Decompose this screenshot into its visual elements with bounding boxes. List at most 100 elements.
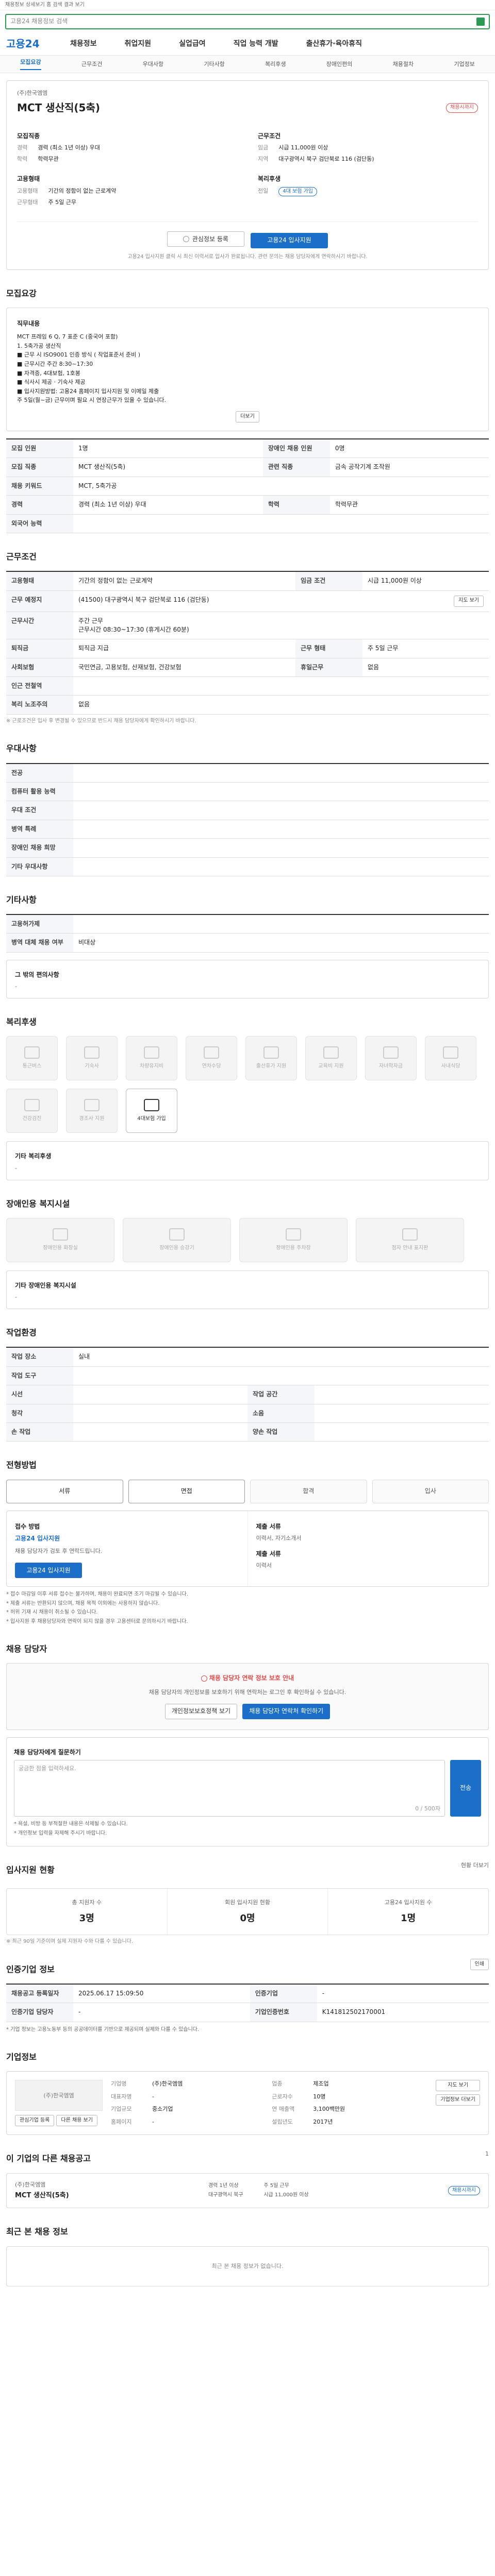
stat-label: 고용24 입사지원 수	[384, 1899, 432, 1906]
company-more-button[interactable]: 기업정보 더보기	[436, 2094, 480, 2106]
inquiry-textarea[interactable]: 궁금한 점을 입력하세요. 0 / 500자	[14, 1760, 445, 1817]
map-button[interactable]: 지도 보기	[454, 595, 484, 607]
nav-item[interactable]: 채용정보	[70, 39, 97, 49]
stat-label: 회원 입사지원 현황	[225, 1899, 270, 1906]
value: 시급 11,000원 이상	[362, 571, 489, 591]
recent-box: 최근 본 채용 정보가 없습니다.	[6, 2246, 489, 2286]
tab-recruit[interactable]: 모집요강	[20, 58, 41, 71]
apply-title: 접수 방법	[15, 1522, 40, 1530]
warning-title-text: 채용 담당자 연락 정보 보호 안내	[209, 1674, 294, 1682]
tab-benefit[interactable]: 복리후생	[265, 60, 286, 69]
disability-label: 점자 안내 표지판	[391, 1245, 428, 1251]
value: 제조업	[313, 2080, 329, 2088]
search-input[interactable]: 고용24 채용정보 검색	[5, 14, 490, 29]
stats-more-link[interactable]: 현황 더보기	[461, 1861, 489, 1870]
search-icon[interactable]	[476, 18, 485, 26]
value: 3,100백만원	[313, 2106, 345, 2113]
apply-button[interactable]: 고용24 입사지원	[251, 233, 328, 249]
value: 없음	[73, 695, 489, 715]
stat-item: 총 지원자 수 3명	[7, 1889, 168, 1935]
tab-prefer[interactable]: 우대사항	[143, 60, 163, 69]
value: 4대 보험 가입	[278, 187, 317, 197]
value: 비대상	[73, 933, 489, 953]
label: 전공	[6, 763, 73, 783]
privacy-button[interactable]: 개인정보보호정책 보기	[164, 1703, 238, 1719]
value: 주간 근무 근무시간 08:30~17:30 (휴게시간 60분)	[73, 612, 489, 640]
tab-company[interactable]: 기업정보	[454, 60, 474, 69]
page: { "top_notice":"채용정보 상세보기 홈 검색 결과 보기", "…	[0, 0, 495, 2307]
company-map-button[interactable]: 지도 보기	[436, 2080, 480, 2092]
nav-item[interactable]: 실업급여	[179, 39, 206, 49]
label: 양손 작업	[248, 1422, 315, 1442]
top-notice: 채용정보 상세보기 홈 검색 결과 보기	[0, 0, 495, 10]
benefit-label: 차량유지비	[140, 1063, 163, 1070]
label: 근무시간	[6, 612, 73, 640]
disability-item: 장애인용 화장실	[6, 1217, 114, 1262]
view-contact-button[interactable]: 채용 담당자 연락처 확인하기	[242, 1703, 331, 1719]
label: 청각	[6, 1404, 73, 1423]
value: 경력 (최소 1년 이상) 우대	[73, 495, 263, 515]
apply-method-box: 접수 방법 고용24 입사지원 채용 담당자가 검토 후 연락드립니다. 고용2…	[6, 1510, 489, 1587]
tab-process[interactable]: 채용절차	[393, 60, 414, 69]
tab-condition[interactable]: 근무조건	[81, 60, 102, 69]
job-summary-card: (주)한국엠엠 MCT 생산직(5축) 채용시까지 모집직종 경력 경력 (최소 …	[6, 80, 489, 270]
label: 기타 우대사항	[6, 857, 73, 876]
section-title: 이 기업의 다른 채용공고	[6, 2154, 91, 2164]
label: 연 매출액	[272, 2106, 295, 2113]
stat-value: 1명	[401, 1913, 416, 1924]
nav-item[interactable]: 직업 능력 개발	[234, 39, 278, 49]
nav-item[interactable]: 출산휴가·육아휴직	[306, 39, 362, 49]
duty-line: 1. 5축가공 생산직	[17, 342, 61, 349]
label: 병역 대체 채용 여부	[6, 933, 73, 953]
benefit-label: 통근버스	[22, 1063, 42, 1070]
site-logo[interactable]: 고용24	[6, 37, 42, 52]
label: 임금 조건	[295, 571, 362, 591]
value: MCT 생산직(5축)	[73, 457, 263, 477]
toilet-icon	[53, 1228, 68, 1241]
duty-line: ■ 자격증, 4대보험, 1호봉	[17, 369, 80, 377]
more-toggle[interactable]: 더보기	[236, 411, 259, 422]
value	[73, 914, 489, 934]
section-title: 장애인용 복지시설	[6, 1198, 70, 1209]
apply-note: 채용 담당자가 검토 후 연락드립니다.	[15, 1548, 103, 1555]
recent-empty: 최근 본 채용 정보가 없습니다.	[211, 2262, 284, 2269]
section-tabs: 모집요강 근무조건 우대사항 기타사항 복리후생 장애인편의 채용절차 기업정보	[0, 56, 495, 73]
value	[73, 820, 489, 839]
inquiry-title: 채용 담당자에게 질문하기	[14, 1748, 81, 1756]
other-job-item[interactable]: (주)한국엠엠 MCT 생산직(5축) 경력 1년 이상 주 5일 근무 대구광…	[6, 2173, 489, 2209]
value	[73, 763, 489, 783]
char-count: 0 / 500자	[415, 1805, 440, 1812]
section-title: 기업정보	[6, 2052, 37, 2062]
benefit-label: 사내식당	[441, 1063, 460, 1070]
print-button[interactable]: 인쇄	[470, 1959, 489, 1971]
value: 경력 (최소 1년 이상) 우대	[38, 144, 100, 151]
other-jobs-button[interactable]: 다른 채용 보기	[56, 2115, 97, 2127]
inquiry-box: 채용 담당자에게 질문하기 궁금한 점을 입력하세요. 0 / 500자 전송 욕…	[6, 1737, 489, 1847]
send-button[interactable]: 전송	[450, 1760, 481, 1817]
duty-line: ■ 입사지원방법: 고용24 홈페이지 입사지원 및 이메일 제출	[17, 387, 159, 395]
tab-etc[interactable]: 기타사항	[204, 60, 224, 69]
benefit-item: 출산휴가 지원	[245, 1036, 297, 1081]
value: 없음	[362, 658, 489, 677]
parking-icon	[286, 1228, 301, 1241]
heart-icon	[183, 236, 189, 243]
docs-title: 제출 서류	[256, 1522, 281, 1530]
interest-company-button[interactable]: 관심기업 등록	[15, 2115, 55, 2127]
value	[73, 857, 489, 876]
nav-item[interactable]: 취업지원	[125, 39, 152, 49]
apply-button-2[interactable]: 고용24 입사지원	[15, 1563, 82, 1579]
tab-disability[interactable]: 장애인편의	[326, 60, 353, 69]
label: 경력	[6, 495, 73, 515]
disability-item: 장애인용 주차장	[239, 1217, 348, 1262]
disability-item: 장애인용 승강기	[123, 1217, 231, 1262]
label: 모집 직종	[6, 457, 73, 477]
company-box: (주)한국엠엠 관심기업 등록 다른 채용 보기 기업명 (주)한국엠엠 업종 제조업…	[6, 2071, 489, 2136]
scrap-button[interactable]: 관심정보 등록	[167, 231, 244, 247]
section-title: 작업환경	[6, 1328, 37, 1338]
other-job-title[interactable]: MCT 생산직(5축)	[15, 2191, 69, 2201]
benefit-item: 사내식당	[425, 1036, 476, 1081]
label: 고용허가제	[6, 914, 73, 934]
company-info-grid: 기업명 (주)한국엠엠 업종 제조업 대표자명 - 근로자수 10명 기업규모 중소기업 연 매…	[111, 2080, 427, 2126]
value: 10명	[313, 2093, 326, 2100]
company-logo: (주)한국엠엠	[15, 2080, 103, 2111]
